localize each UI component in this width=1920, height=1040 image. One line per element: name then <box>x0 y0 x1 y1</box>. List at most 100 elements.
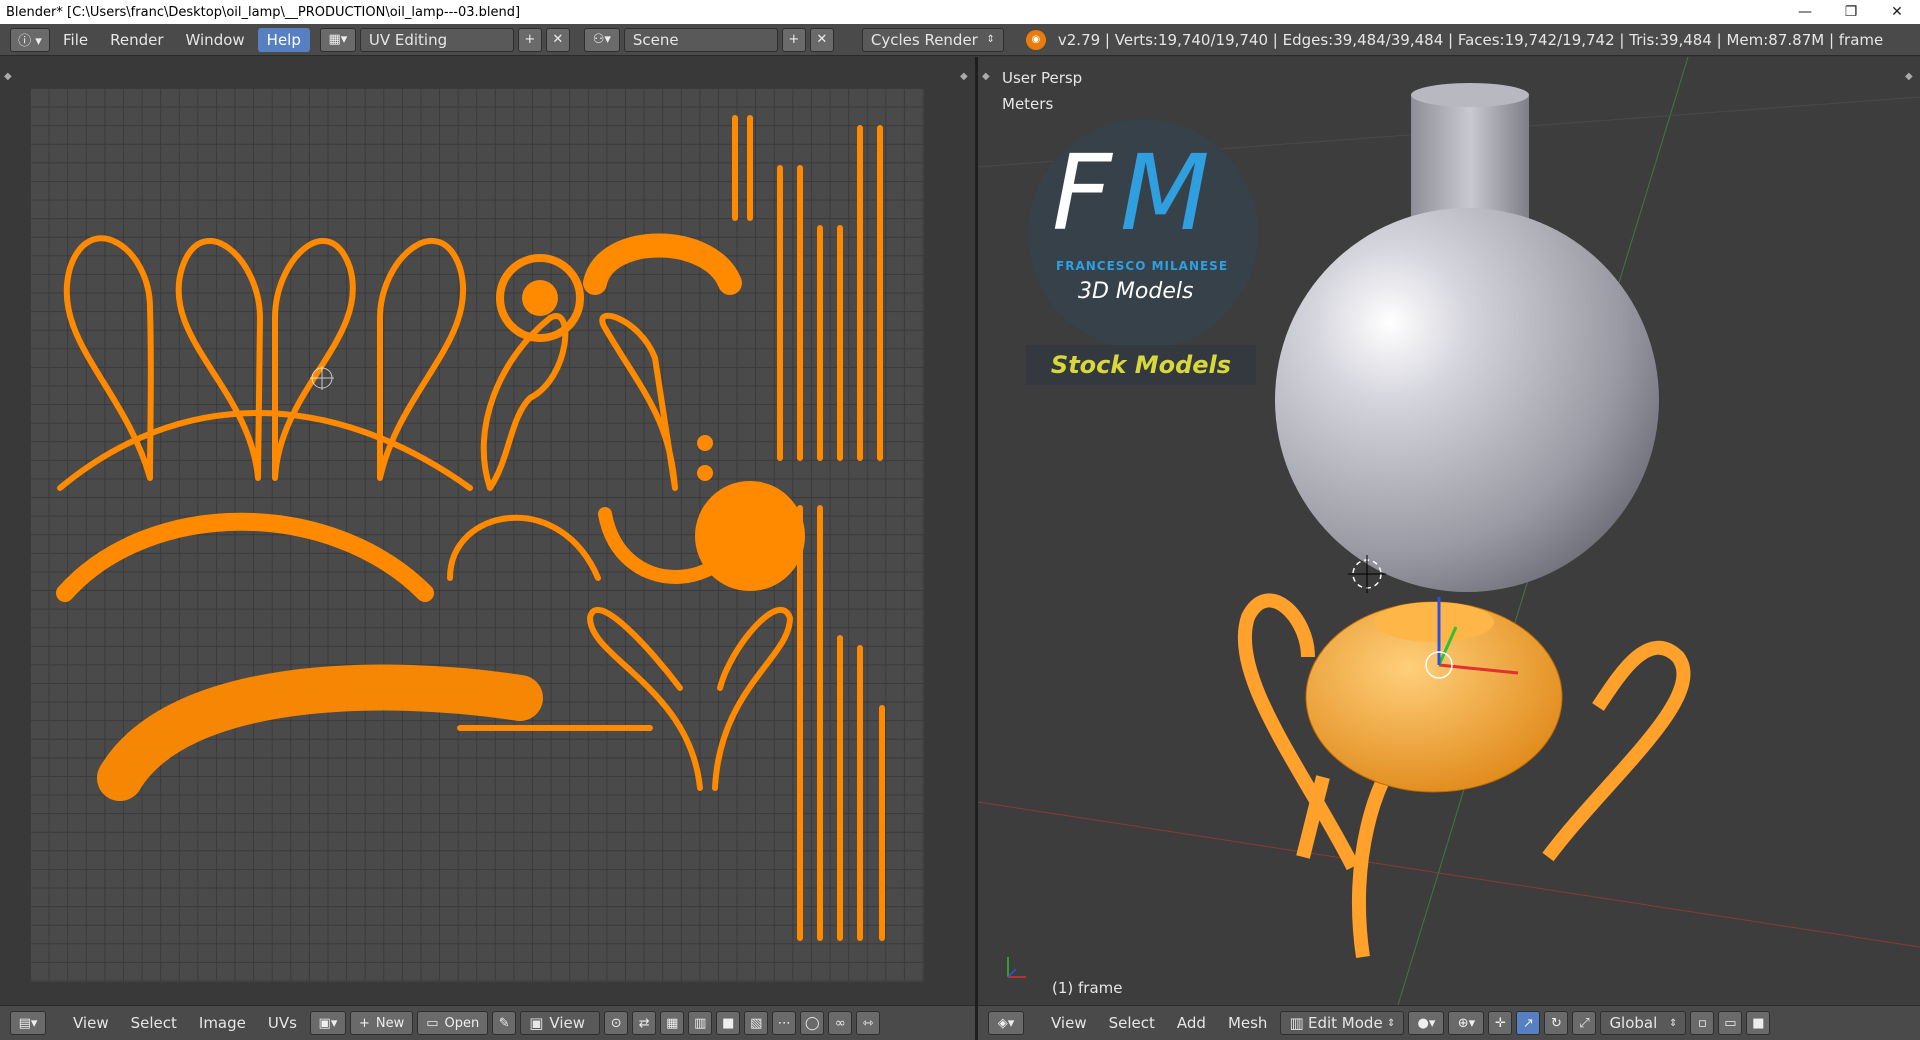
menu-help[interactable]: Help <box>257 27 310 52</box>
remove-scene-icon[interactable]: ✕ <box>809 27 834 52</box>
screen-layout-icon[interactable]: ▦▾ <box>319 27 356 52</box>
add-scene-icon[interactable]: + <box>781 27 806 52</box>
lamp-chimney <box>1411 95 1529 225</box>
view-mode-label: View <box>549 1014 586 1032</box>
editor-type-info-icon[interactable]: ⓘ ▾ <box>10 27 50 52</box>
screen-layout-field[interactable]: UV Editing <box>359 27 514 52</box>
add-screen-icon[interactable]: + <box>517 27 542 52</box>
pivot-point-icon[interactable]: ⊕▾ <box>1448 1011 1485 1035</box>
uv-island-handle <box>599 312 678 491</box>
image-browse-icon[interactable]: ▣▾ <box>309 1011 346 1035</box>
object-name-label: (1) frame <box>1052 979 1123 997</box>
face-select-icon[interactable]: ■ <box>716 1011 741 1035</box>
menu-view[interactable]: View <box>1042 1011 1096 1035</box>
menu-select[interactable]: Select <box>122 1011 186 1035</box>
menu-window[interactable]: Window <box>177 28 254 52</box>
orientation-select[interactable]: Global ⇕ <box>1600 1011 1687 1035</box>
viewport-header: ◈▾ View Select Add Mesh ▥ Edit Mode ⇕ ●▾… <box>978 1005 1920 1040</box>
uv-island-handle <box>480 313 569 491</box>
corner-expand-icon[interactable]: ◆ <box>4 71 12 82</box>
maximize-button[interactable]: ❐ <box>1828 0 1874 24</box>
viewport-shading-icon[interactable]: ●▾ <box>1408 1011 1445 1035</box>
blender-logo-icon: ◉ <box>1025 29 1046 50</box>
scene-stats: v2.79 | Verts:19,740/19,740 | Edges:39,4… <box>1057 30 1884 49</box>
translate-icon[interactable]: ↗ <box>1516 1011 1541 1035</box>
logo-company: FRANCESCO MILANESE <box>1056 259 1229 273</box>
scale-icon[interactable]: ⤢ <box>1572 1011 1597 1035</box>
chevron-updown-icon: ⇕ <box>1669 1017 1678 1029</box>
badge-label: Stock Models <box>1050 351 1232 379</box>
menu-select[interactable]: Select <box>1100 1011 1164 1035</box>
mode-label: Edit Mode <box>1307 1014 1383 1032</box>
uv-island-arc <box>583 233 742 295</box>
chevron-updown-icon: ⇕ <box>1387 1017 1396 1029</box>
fm-logo: F M FRANCESCO MILANESE 3D Models <box>1028 119 1258 349</box>
menu-image[interactable]: Image <box>190 1011 255 1035</box>
menu-view[interactable]: View <box>64 1011 118 1035</box>
uv-island-handle <box>587 607 703 791</box>
scene-icon[interactable]: ⚇▾ <box>583 27 620 52</box>
info-header: ⓘ ▾ File Render Window Help ▦▾ UV Editin… <box>0 24 1920 56</box>
vertex-select-mode-icon[interactable]: ▫ <box>1690 1011 1715 1035</box>
uv-island-handle <box>63 235 154 481</box>
uv-island-handle <box>712 607 793 791</box>
window-title: Blender* [C:\Users\franc\Desktop\oil_lam… <box>6 4 521 20</box>
proportional-edit-icon[interactable]: ◯ <box>800 1011 825 1035</box>
logo-subtitle: 3D Models <box>1078 279 1194 304</box>
new-image-label: New <box>375 1015 405 1031</box>
open-image-button[interactable]: ▭ Open <box>417 1011 489 1035</box>
uv-grid[interactable] <box>30 88 924 982</box>
stock-models-badge: Stock Models <box>1026 345 1256 385</box>
manipulator-toggle-icon[interactable]: ✛ <box>1488 1011 1513 1035</box>
window-titlebar: Blender* [C:\Users\franc\Desktop\oil_lam… <box>0 0 1920 24</box>
new-image-button[interactable]: + New <box>349 1011 414 1035</box>
sync-selection-icon[interactable]: ⇄ <box>632 1011 657 1035</box>
vertex-select-icon[interactable]: ▦ <box>660 1011 685 1035</box>
chevron-updown-icon: ⇕ <box>986 34 995 45</box>
link-icon[interactable]: ∞ <box>828 1011 853 1035</box>
menu-render[interactable]: Render <box>101 28 172 52</box>
menu-file[interactable]: File <box>54 28 97 52</box>
menu-mesh[interactable]: Mesh <box>1219 1011 1277 1035</box>
orientation-label: Global <box>1609 1014 1658 1032</box>
logo-letter-f: F <box>1052 132 1112 254</box>
uv-island-arc <box>56 512 434 602</box>
stretch-icon[interactable]: ⇿ <box>856 1011 881 1035</box>
render-engine-label: Cycles Render <box>870 30 978 49</box>
uv-island-arc <box>57 410 473 491</box>
island-select-icon[interactable]: ▧ <box>744 1011 769 1035</box>
uv-editor-header: ▤▾ View Select Image UVs ▣▾ + New ▭ Open… <box>0 1005 975 1040</box>
logo-letter-m: M <box>1120 132 1210 254</box>
rotate-icon[interactable]: ↻ <box>1544 1011 1569 1035</box>
edit-mode-icon: ▥ <box>1289 1014 1304 1032</box>
view-mode-select[interactable]: ▣ View <box>520 1011 601 1035</box>
edge-select-mode-icon[interactable]: ▭ <box>1718 1011 1743 1035</box>
uv-island-disc <box>695 481 805 591</box>
editor-type-3dview-icon[interactable]: ◈▾ <box>988 1011 1024 1035</box>
remove-screen-icon[interactable]: ✕ <box>545 27 570 52</box>
menu-uvs[interactable]: UVs <box>259 1011 306 1035</box>
uv-island-knob <box>697 435 713 451</box>
lamp-globe <box>1275 208 1659 592</box>
face-select-mode-icon[interactable]: ■ <box>1746 1011 1771 1035</box>
pivot-icon[interactable]: ⊙ <box>604 1011 629 1035</box>
lamp-handle <box>1542 640 1691 862</box>
3d-viewport[interactable]: ◆ ◆ User Persp Meters F M FRANCESCO MILA… <box>978 57 1920 1005</box>
menu-add[interactable]: Add <box>1168 1011 1215 1035</box>
minimize-button[interactable]: — <box>1782 0 1828 24</box>
render-engine-select[interactable]: Cycles Render ⇕ <box>861 27 1004 52</box>
uv-island-arc <box>447 514 601 581</box>
grid-axis-line <box>978 801 1920 948</box>
corner-expand-icon[interactable]: ◆ <box>960 71 968 82</box>
mode-select[interactable]: ▥ Edit Mode ⇕ <box>1280 1011 1405 1035</box>
open-image-label: Open <box>444 1015 480 1031</box>
uv-island-disc <box>522 280 558 316</box>
snap-icon[interactable]: ⋯ <box>772 1011 797 1035</box>
edge-select-icon[interactable]: ▥ <box>688 1011 713 1035</box>
close-button[interactable]: ✕ <box>1874 0 1920 24</box>
uv-image-editor[interactable]: ◆ ◆ <box>0 57 975 1005</box>
pin-icon[interactable]: ✎ <box>492 1011 517 1035</box>
uv-island-arc <box>97 664 543 801</box>
scene-field[interactable]: Scene <box>623 27 778 52</box>
editor-type-image-icon[interactable]: ▤▾ <box>10 1011 46 1035</box>
